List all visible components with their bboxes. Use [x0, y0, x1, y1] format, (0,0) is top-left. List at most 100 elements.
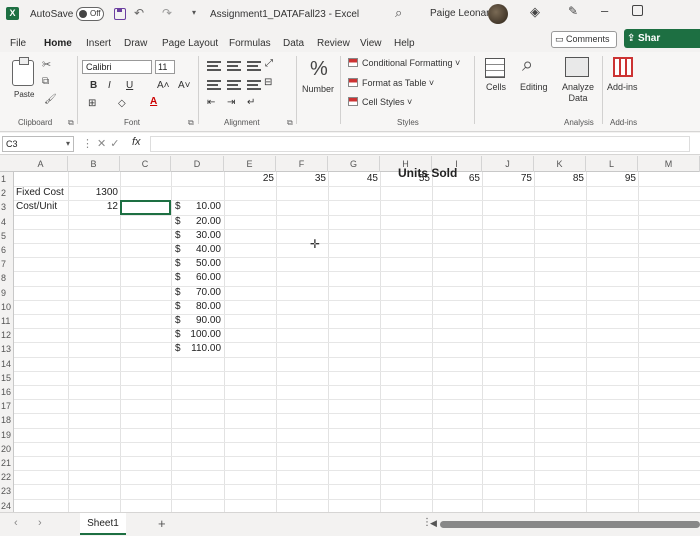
cut-icon[interactable]: ✂ — [42, 58, 51, 71]
worksheet-grid[interactable]: ABCDEFGHIJKLM 1 2 3 4 5 6 7 8 9 10 11 12 13 14 15 16 17 1… — [0, 156, 700, 512]
units-cell[interactable]: 35 — [278, 173, 326, 184]
tab-page-layout[interactable]: Page Layout — [162, 38, 218, 49]
pen-icon[interactable]: ✎ — [568, 4, 578, 18]
row-header[interactable]: 8 — [0, 271, 14, 286]
row-header[interactable]: 19 — [0, 427, 14, 442]
formula-input[interactable] — [150, 136, 690, 152]
magnifier-icon[interactable]: ⌕ — [522, 54, 533, 77]
row-header[interactable]: 14 — [0, 356, 14, 371]
column-header[interactable]: J — [482, 156, 534, 172]
font-size-select[interactable]: 11 — [155, 60, 175, 74]
decrease-indent-icon[interactable]: ⇤ — [207, 97, 215, 108]
row-header[interactable]: 11 — [0, 314, 14, 329]
increase-indent-icon[interactable]: ⇥ — [227, 97, 235, 108]
cost-cell[interactable]: 20.00 — [181, 216, 221, 227]
cost-cell[interactable]: 70.00 — [181, 287, 221, 298]
tab-home[interactable]: Home — [44, 38, 72, 55]
add-sheet-icon[interactable]: + — [158, 516, 166, 531]
search-icon[interactable]: ⌕ — [395, 5, 402, 21]
bold-button[interactable]: B — [90, 80, 97, 91]
editing-button[interactable]: Editing — [520, 82, 548, 92]
autosave-toggle[interactable]: Off — [76, 7, 104, 21]
cost-cell[interactable]: 50.00 — [181, 258, 221, 269]
cost-cell[interactable]: 90.00 — [181, 315, 221, 326]
row-header[interactable]: 1 — [0, 172, 14, 187]
units-cell[interactable]: 25 — [226, 173, 274, 184]
horizontal-scrollbar[interactable] — [440, 521, 700, 528]
percent-icon[interactable]: % — [310, 58, 328, 81]
insert-function-button[interactable]: fx — [132, 136, 141, 148]
cost-cell[interactable]: 10.00 — [181, 201, 221, 212]
units-cell[interactable]: 85 — [536, 173, 584, 184]
underline-button[interactable]: U — [126, 80, 133, 91]
column-header[interactable]: F — [276, 156, 328, 172]
row-header[interactable]: 7 — [0, 257, 14, 272]
format-painter-icon[interactable]: 🖌 — [44, 94, 57, 105]
conditional-formatting-button[interactable]: Conditional Formatting ˅ — [348, 58, 460, 68]
clipboard-launcher-icon[interactable]: ⧉ — [68, 118, 74, 128]
tab-help[interactable]: Help — [394, 38, 415, 49]
scroll-left-icon[interactable]: ◀ — [430, 518, 437, 529]
column-header[interactable]: A — [14, 156, 68, 172]
font-color-icon[interactable]: A — [150, 96, 157, 107]
orientation-icon[interactable]: ⤢ — [265, 58, 273, 69]
format-as-table-button[interactable]: Format as Table ˅ — [348, 78, 434, 88]
undo-icon[interactable]: ↶ — [134, 6, 144, 20]
chevron-left-icon[interactable]: ‹ — [14, 517, 18, 529]
chevron-right-icon[interactable]: › — [38, 517, 42, 529]
cost-cell[interactable]: 110.00 — [181, 343, 221, 354]
column-header[interactable]: B — [68, 156, 120, 172]
row-header[interactable]: 20 — [0, 441, 14, 456]
column-header[interactable]: C — [120, 156, 171, 172]
borders-icon[interactable]: ⊞ — [88, 98, 96, 109]
align-middle-icon[interactable] — [227, 61, 241, 71]
selected-cell[interactable] — [120, 200, 171, 215]
row-header[interactable]: 2 — [0, 186, 14, 201]
column-header[interactable]: G — [328, 156, 380, 172]
units-sold-header[interactable]: Units Sold — [398, 166, 457, 180]
row-header[interactable]: 18 — [0, 413, 14, 428]
row-header[interactable]: 4 — [0, 214, 14, 229]
cost-cell[interactable]: 80.00 — [181, 301, 221, 312]
minimize-icon[interactable]: – — [601, 3, 608, 18]
align-right-icon[interactable] — [247, 80, 261, 90]
align-top-icon[interactable] — [207, 61, 221, 71]
cost-cell[interactable]: 40.00 — [181, 244, 221, 255]
cost-cell[interactable]: 60.00 — [181, 272, 221, 283]
redo-icon[interactable]: ↷ — [162, 6, 172, 20]
analyze-data-icon[interactable] — [565, 57, 589, 77]
row-header[interactable]: 24 — [0, 498, 14, 512]
row-header[interactable]: 16 — [0, 385, 14, 400]
row-header[interactable]: 9 — [0, 285, 14, 300]
row-header[interactable]: 17 — [0, 399, 14, 414]
tab-formulas[interactable]: Formulas — [229, 38, 271, 49]
add-ins-button[interactable]: Add-ins — [607, 82, 638, 92]
user-name[interactable]: Paige Leonard — [430, 8, 495, 19]
row-header[interactable]: 23 — [0, 484, 14, 499]
paste-icon[interactable] — [12, 57, 34, 86]
maximize-icon[interactable] — [632, 5, 643, 16]
grow-font-button[interactable]: A˄ — [157, 80, 170, 91]
fill-color-icon[interactable]: ◇ — [118, 98, 126, 109]
font-launcher-icon[interactable]: ⧉ — [188, 118, 194, 128]
column-header[interactable]: E — [224, 156, 276, 172]
diamond-icon[interactable]: ◈ — [530, 4, 540, 20]
copy-icon[interactable]: ⧉ — [42, 76, 49, 87]
row-header[interactable]: 5 — [0, 228, 14, 243]
cost-cell[interactable]: 30.00 — [181, 230, 221, 241]
tab-file[interactable]: File — [10, 38, 26, 49]
align-bottom-icon[interactable] — [247, 61, 261, 71]
row-header[interactable]: 6 — [0, 243, 14, 258]
units-cell[interactable]: 45 — [330, 173, 378, 184]
units-cell[interactable]: 95 — [588, 173, 636, 184]
column-header[interactable]: L — [586, 156, 638, 172]
italic-button[interactable]: I — [108, 80, 111, 91]
column-header[interactable]: D — [171, 156, 224, 172]
cell-value[interactable]: 1300 — [70, 187, 118, 198]
merge-icon[interactable]: ⊟ — [264, 77, 272, 88]
comments-button[interactable]: ▭ Comments — [551, 31, 617, 48]
save-icon[interactable] — [114, 8, 126, 20]
cancel-enter-icons[interactable]: ⋮✕✓ — [82, 137, 123, 150]
shrink-font-button[interactable]: A˅ — [178, 80, 191, 91]
cell-label[interactable]: Fixed Cost — [16, 187, 66, 198]
